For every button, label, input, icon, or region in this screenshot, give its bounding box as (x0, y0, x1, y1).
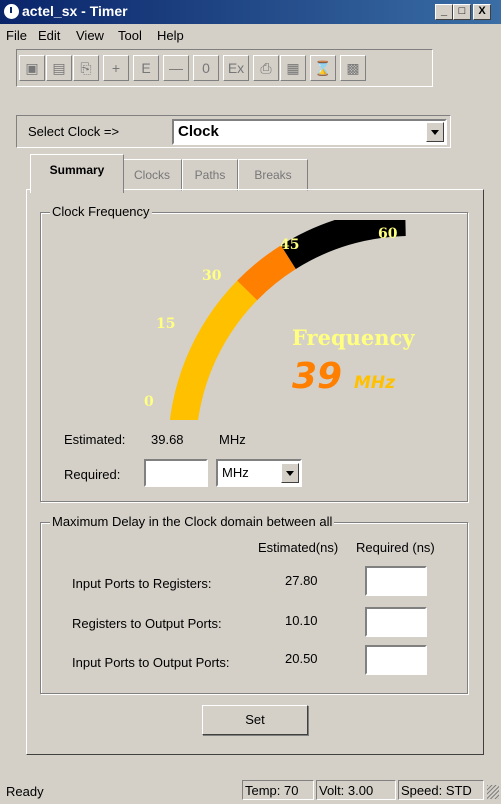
save-icon[interactable]: ▤ (46, 55, 72, 81)
e-icon[interactable]: E (133, 55, 159, 81)
gauge-value: 39 (292, 356, 342, 397)
title-bar[interactable]: actel_sx - Timer _ □ X (0, 0, 501, 24)
row-required-input[interactable] (365, 566, 427, 596)
disabled-tool-icon[interactable]: ▩ (340, 55, 366, 81)
menu-edit[interactable]: Edit (38, 28, 60, 43)
menu-bar: File Edit View Tool Help (0, 24, 501, 46)
required-label: Required: (64, 467, 121, 482)
zero-icon[interactable]: 0 (193, 55, 219, 81)
row-label: Registers to Output Ports: (72, 616, 222, 631)
toolbar: ▣ ▤ ⎘ + E — 0 Ex ⎙ ▦ ⌛ ▩ (16, 49, 433, 87)
required-frequency-input[interactable] (144, 459, 208, 487)
chevron-down-icon[interactable] (426, 122, 444, 142)
clock-app-icon (4, 4, 19, 19)
row-required-input[interactable] (365, 645, 427, 675)
row-label: Input Ports to Registers: (72, 576, 212, 591)
estimated-column-header: Estimated(ns) (258, 540, 339, 555)
row-required-input[interactable] (365, 607, 427, 637)
chevron-down-icon[interactable] (281, 463, 299, 483)
required-unit-select[interactable]: MHz (216, 459, 302, 487)
minimize-button[interactable]: _ (435, 4, 453, 20)
window-title: actel_sx - Timer (22, 3, 128, 19)
status-speed: Speed: STD (398, 780, 484, 800)
tab-clocks[interactable]: Clocks (122, 159, 182, 191)
add-icon[interactable]: + (103, 55, 129, 81)
row-estimated: 10.10 (285, 613, 318, 628)
maximize-button[interactable]: □ (453, 4, 471, 20)
close-button[interactable]: X (473, 4, 491, 20)
gauge-tick-30: 30 (202, 268, 222, 284)
estimated-label: Estimated: (64, 432, 126, 447)
menu-view[interactable]: View (76, 28, 104, 43)
required-unit-value: MHz (222, 465, 249, 480)
tab-breaks[interactable]: Breaks (238, 159, 308, 191)
clock-select[interactable]: Clock (172, 119, 447, 145)
row-label: Input Ports to Output Ports: (72, 655, 230, 670)
gauge-tick-45: 45 (280, 237, 299, 253)
copy-icon[interactable]: ⎘ (73, 55, 99, 81)
tab-summary[interactable]: Summary (30, 154, 124, 193)
row-estimated: 20.50 (285, 651, 318, 666)
estimated-unit: MHz (219, 432, 246, 447)
gauge-tick-0: 0 (144, 394, 154, 410)
clock-frequency-legend: Clock Frequency (50, 204, 152, 219)
set-button[interactable]: Set (202, 705, 308, 735)
status-volt: Volt: 3.00 (316, 780, 396, 800)
menu-file[interactable]: File (6, 28, 27, 43)
resize-grip-icon[interactable] (487, 785, 499, 799)
tab-paths[interactable]: Paths (182, 159, 238, 191)
menu-tool[interactable]: Tool (118, 28, 142, 43)
gauge-label: Frequency (292, 325, 415, 350)
estimated-value: 39.68 (151, 432, 184, 447)
gauge-segment-low (169, 280, 258, 420)
status-text: Ready (6, 784, 44, 799)
remove-icon[interactable]: — (163, 55, 189, 81)
row-estimated: 27.80 (285, 573, 318, 588)
ex-icon[interactable]: Ex (223, 55, 249, 81)
max-delay-legend: Maximum Delay in the Clock domain betwee… (50, 514, 335, 529)
gauge-unit: MHz (354, 373, 395, 393)
select-clock-label: Select Clock => (28, 124, 120, 139)
report-icon[interactable]: ▦ (280, 55, 306, 81)
hourglass-icon[interactable]: ⌛ (310, 55, 336, 81)
clock-select-value: Clock (178, 123, 219, 140)
menu-help[interactable]: Help (157, 28, 184, 43)
clock-tool-icon[interactable]: ▣ (19, 55, 45, 81)
print-icon[interactable]: ⎙ (253, 55, 279, 81)
required-column-header: Required (ns) (356, 540, 435, 555)
frequency-gauge: 0 15 30 45 60 Frequency 39 MHz (144, 220, 415, 420)
gauge-tick-60: 60 (378, 226, 398, 242)
gauge-tick-15: 15 (156, 316, 175, 332)
status-temp: Temp: 70 (242, 780, 314, 800)
